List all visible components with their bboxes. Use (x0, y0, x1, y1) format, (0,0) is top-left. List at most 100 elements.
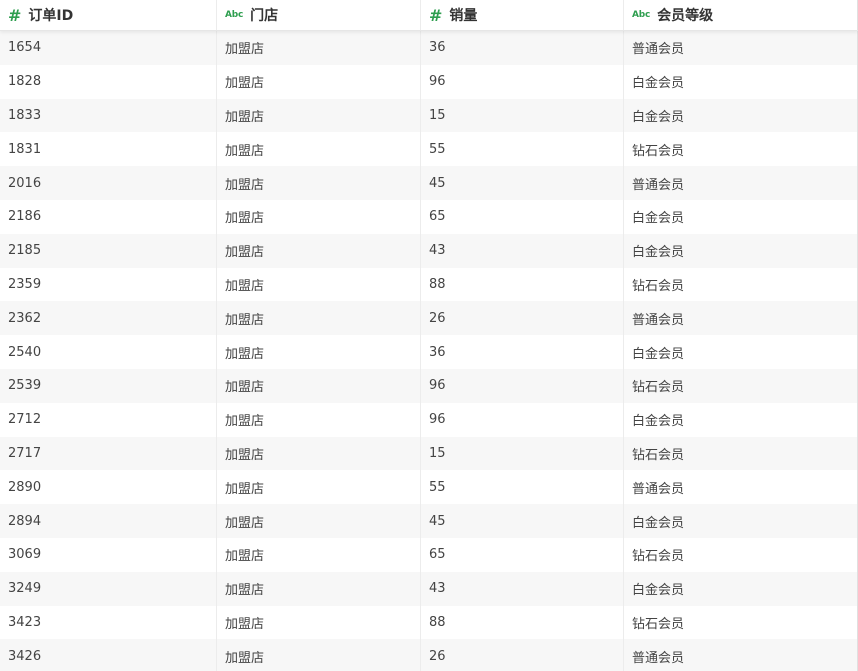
cell-sales: 96 (421, 64, 624, 99)
cell-sales: 45 (421, 166, 624, 200)
cell-store: 加盟店 (217, 199, 421, 234)
cell-sales: 15 (421, 98, 624, 133)
cell-member-level: 钻石会员 (624, 132, 858, 167)
cell-sales: 55 (421, 470, 624, 505)
column-header-store[interactable]: Abc 门店 (217, 0, 421, 30)
table-row[interactable]: 2362 加盟店 26 普通会员 (0, 301, 858, 336)
cell-order-id: 1833 (0, 98, 217, 133)
cell-sales: 15 (421, 436, 624, 471)
cell-member-level: 白金会员 (624, 64, 858, 99)
table-row[interactable]: 2717 加盟店 15 钻石会员 (0, 436, 858, 471)
cell-order-id: 2717 (0, 436, 217, 471)
column-header-label: 门店 (250, 8, 279, 24)
table-row[interactable]: 3069 加盟店 65 钻石会员 (0, 537, 858, 572)
cell-member-level: 钻石会员 (624, 436, 858, 471)
cell-member-level: 普通会员 (624, 639, 858, 671)
cell-member-level: 钻石会员 (624, 368, 858, 403)
column-header-sales[interactable]: # 销量 (421, 0, 624, 30)
cell-store: 加盟店 (217, 605, 421, 640)
cell-store: 加盟店 (217, 639, 421, 671)
cell-store: 加盟店 (217, 368, 421, 403)
cell-order-id: 3423 (0, 605, 217, 640)
cell-sales: 96 (421, 402, 624, 437)
table-row[interactable]: 2890 加盟店 55 普通会员 (0, 470, 858, 505)
column-header-order-id[interactable]: # 订单ID (0, 0, 217, 30)
cell-order-id: 3069 (0, 537, 217, 572)
cell-order-id: 1654 (0, 31, 217, 65)
cell-order-id: 2712 (0, 402, 217, 437)
cell-store: 加盟店 (217, 166, 421, 200)
table-row[interactable]: 1831 加盟店 55 钻石会员 (0, 132, 858, 167)
cell-store: 加盟店 (217, 98, 421, 133)
cell-sales: 65 (421, 537, 624, 572)
cell-order-id: 2540 (0, 335, 217, 369)
table-row[interactable]: 2186 加盟店 65 白金会员 (0, 199, 858, 234)
text-type-icon: Abc (225, 10, 244, 20)
column-header-label: 订单ID (28, 8, 74, 24)
cell-sales: 88 (421, 605, 624, 640)
cell-sales: 43 (421, 571, 624, 606)
table-row[interactable]: 2894 加盟店 45 白金会员 (0, 504, 858, 538)
cell-store: 加盟店 (217, 335, 421, 369)
cell-member-level: 普通会员 (624, 470, 858, 505)
cell-store: 加盟店 (217, 233, 421, 268)
table-row[interactable]: 1828 加盟店 96 白金会员 (0, 64, 858, 99)
table-row[interactable]: 2016 加盟店 45 普通会员 (0, 166, 858, 200)
table-row[interactable]: 2540 加盟店 36 白金会员 (0, 335, 858, 369)
table-row[interactable]: 3426 加盟店 26 普通会员 (0, 639, 858, 671)
table-row[interactable]: 1654 加盟店 36 普通会员 (0, 31, 858, 65)
cell-sales: 45 (421, 504, 624, 538)
cell-store: 加盟店 (217, 436, 421, 471)
cell-member-level: 钻石会员 (624, 537, 858, 572)
cell-order-id: 2894 (0, 504, 217, 538)
table-row[interactable]: 2712 加盟店 96 白金会员 (0, 402, 858, 437)
cell-member-level: 白金会员 (624, 233, 858, 268)
cell-member-level: 白金会员 (624, 199, 858, 234)
cell-order-id: 3426 (0, 639, 217, 671)
cell-member-level: 普通会员 (624, 166, 858, 200)
cell-sales: 36 (421, 335, 624, 369)
column-header-label: 会员等级 (657, 8, 714, 24)
cell-sales: 36 (421, 31, 624, 65)
cell-sales: 96 (421, 368, 624, 403)
cell-order-id: 2359 (0, 267, 217, 302)
number-type-icon: # (429, 5, 443, 25)
table-body: 1654 加盟店 36 普通会员 1828 加盟店 96 白金会员 1833 加盟店 15 白金会员 1… (0, 31, 858, 671)
cell-store: 加盟店 (217, 132, 421, 167)
cell-store: 加盟店 (217, 301, 421, 336)
number-type-icon: # (8, 5, 22, 25)
cell-order-id: 2362 (0, 301, 217, 336)
cell-store: 加盟店 (217, 267, 421, 302)
cell-member-level: 白金会员 (624, 571, 858, 606)
cell-order-id: 2539 (0, 368, 217, 403)
cell-member-level: 白金会员 (624, 335, 858, 369)
cell-member-level: 钻石会员 (624, 605, 858, 640)
table-row[interactable]: 1833 加盟店 15 白金会员 (0, 98, 858, 133)
cell-sales: 55 (421, 132, 624, 167)
text-type-icon: Abc (632, 10, 651, 20)
column-header-member-level[interactable]: Abc 会员等级 (624, 0, 858, 30)
cell-member-level: 普通会员 (624, 301, 858, 336)
data-grid: # 订单ID Abc 门店 # 销量 Abc 会员等级 1654 加盟店 36 普通会… (0, 0, 858, 671)
cell-sales: 65 (421, 199, 624, 234)
cell-member-level: 白金会员 (624, 402, 858, 437)
table-row[interactable]: 2359 加盟店 88 钻石会员 (0, 267, 858, 302)
cell-store: 加盟店 (217, 402, 421, 437)
cell-store: 加盟店 (217, 64, 421, 99)
cell-order-id: 1828 (0, 64, 217, 99)
table-row[interactable]: 2185 加盟店 43 白金会员 (0, 233, 858, 268)
cell-sales: 26 (421, 301, 624, 336)
cell-sales: 43 (421, 233, 624, 268)
table-row[interactable]: 3423 加盟店 88 钻石会员 (0, 605, 858, 640)
cell-store: 加盟店 (217, 31, 421, 65)
table-row[interactable]: 2539 加盟店 96 钻石会员 (0, 368, 858, 403)
cell-sales: 88 (421, 267, 624, 302)
table-row[interactable]: 3249 加盟店 43 白金会员 (0, 571, 858, 606)
cell-member-level: 白金会员 (624, 98, 858, 133)
cell-member-level: 白金会员 (624, 504, 858, 538)
cell-order-id: 2185 (0, 233, 217, 268)
column-header-label: 销量 (449, 8, 478, 24)
cell-store: 加盟店 (217, 504, 421, 538)
cell-member-level: 钻石会员 (624, 267, 858, 302)
cell-sales: 26 (421, 639, 624, 671)
